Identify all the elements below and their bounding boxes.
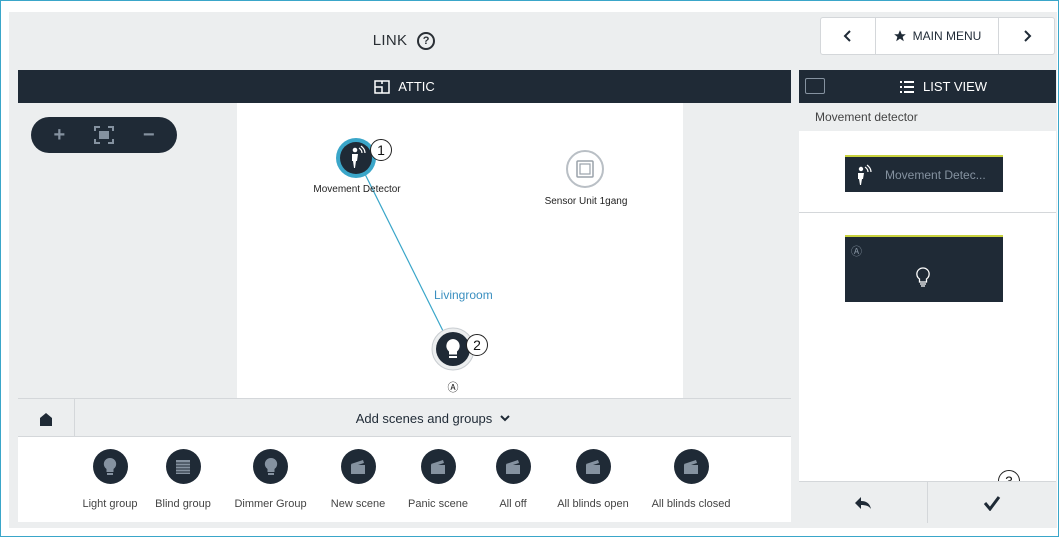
scene-group-palette: Light group Blind group Dimmer Group New…: [18, 437, 791, 522]
light-label: Ⓐ: [447, 382, 459, 394]
list-view-label: LIST VIEW: [923, 79, 988, 94]
add-scenes-groups-label: Add scenes and groups: [355, 411, 493, 426]
palette-label: Panic scene: [408, 498, 468, 510]
movement-detector-label: Movement Detector: [313, 184, 401, 195]
movement-detector-card-label: Movement Detec...: [885, 167, 986, 182]
sensor-unit-label: Sensor Unit 1gang: [544, 196, 628, 207]
palette-blind-group[interactable]: Blind group: [148, 437, 218, 510]
group-bar: Add scenes and groups: [18, 398, 791, 438]
palette-label: Light group: [82, 498, 138, 510]
movement-detector-icon: [858, 164, 872, 185]
link-label: Livingroom: [434, 288, 493, 302]
palette-label: All off: [499, 498, 527, 510]
home-button[interactable]: [18, 399, 75, 438]
list-view-bar: LIST VIEW: [799, 70, 1056, 103]
palette-dimmer-group[interactable]: Dimmer Group: [228, 437, 313, 510]
add-scenes-groups-toggle[interactable]: Add scenes and groups: [75, 399, 791, 438]
palette-all-off[interactable]: All off: [478, 437, 548, 510]
callout-badge-2: 2: [466, 334, 488, 356]
palette-light-group[interactable]: Light group: [75, 437, 145, 510]
clapper-icon: [340, 449, 376, 484]
sensor-unit-icon: [566, 150, 604, 188]
list-subtitle: Movement detector: [799, 103, 1056, 131]
palette-label: All blinds closed: [651, 498, 731, 510]
palette-new-scene[interactable]: New scene: [323, 437, 393, 510]
list-view-toggle[interactable]: LIST VIEW: [899, 70, 987, 103]
reply-arrow-icon: [855, 496, 871, 509]
palette-all-blinds-open[interactable]: All blinds open: [548, 437, 638, 510]
movement-detector-card[interactable]: Movement Detec...: [845, 155, 1003, 192]
clapper-icon: [420, 449, 456, 484]
callout-badge-1: 1: [370, 139, 392, 161]
sensor-unit-node[interactable]: [565, 149, 605, 194]
list-icon: [900, 80, 914, 93]
home-icon: [40, 412, 52, 426]
palette-label: All blinds open: [557, 498, 629, 510]
light-card[interactable]: Ⓐ: [845, 235, 1003, 302]
bulb-icon: [92, 449, 128, 484]
back-button[interactable]: [799, 482, 928, 523]
palette-label: New scene: [330, 498, 386, 510]
bulb-outline-icon: [916, 267, 930, 287]
clapper-icon: [575, 449, 611, 484]
divider: [799, 212, 1056, 213]
list-footer: [799, 481, 1056, 523]
chevron-down-icon: [500, 414, 511, 421]
blind-icon: [165, 449, 201, 484]
bulb-icon: [253, 449, 288, 484]
clapper-icon: [495, 449, 531, 484]
light-card-label: Ⓐ: [851, 246, 862, 258]
collapse-panel-icon[interactable]: [805, 78, 825, 94]
palette-all-blinds-closed[interactable]: All blinds closed: [641, 437, 741, 510]
palette-label: Dimmer Group: [234, 498, 307, 510]
palette-label: Blind group: [155, 498, 211, 510]
confirm-button[interactable]: [928, 482, 1056, 523]
palette-panic-scene[interactable]: Panic scene: [403, 437, 473, 510]
clapper-icon: [673, 449, 709, 484]
checkmark-icon: [983, 495, 1001, 511]
